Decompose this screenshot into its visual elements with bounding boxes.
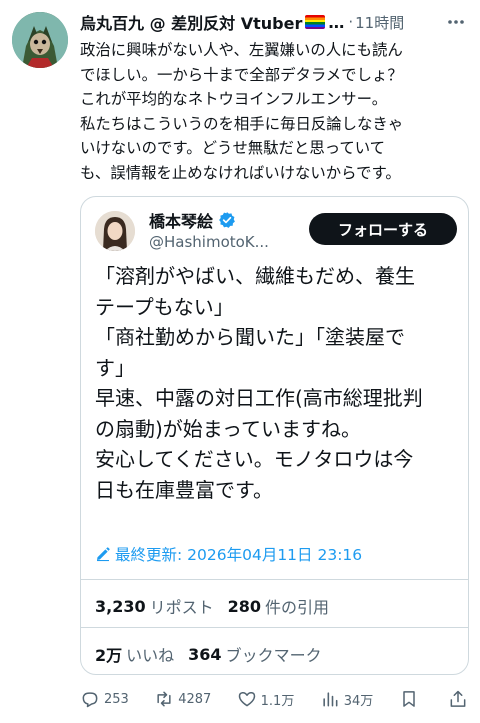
- author-avatar[interactable]: [12, 12, 68, 68]
- divider: [81, 627, 468, 628]
- quoted-body-line: 安心してください。モノタロウは今: [95, 447, 414, 471]
- reply-icon: [82, 692, 98, 708]
- quoted-author-avatar[interactable]: [95, 211, 135, 251]
- quoted-body-line: の扇動)が始まっていますね。: [95, 416, 362, 441]
- quoted-post-body: 「溶剤がやばい、繊維もだめ、養生 テープもない」 「商社勤めから聞いた」「塗装屋…: [95, 261, 461, 505]
- divider: [81, 579, 468, 580]
- views-icon: [323, 692, 338, 707]
- quoted-body-line: 日も在庫豊富です。: [95, 477, 273, 502]
- views-count: 34万: [343, 693, 374, 709]
- repost-count[interactable]: 3,230: [95, 597, 146, 616]
- stats-row-reposts: 3,230 リポスト 280 件の引用: [95, 594, 343, 618]
- share-icon: [450, 690, 466, 707]
- post-body-line: いけないのです。どうせ無駄だと思っていて: [80, 139, 386, 158]
- like-label[interactable]: いいね: [126, 642, 174, 666]
- post-body-line: 私たちはこういうのを相手に毎日反論しなきゃ: [80, 114, 404, 133]
- post-body-line: これが平均的なネトウヨインフルエンサー。: [80, 90, 388, 109]
- follow-button[interactable]: フォローする: [309, 213, 457, 245]
- repost-action-count: 4287: [178, 691, 212, 707]
- like-button[interactable]: 1.1万: [237, 689, 295, 709]
- like-count[interactable]: 2万: [95, 642, 122, 666]
- last-edited-text: 最終更新: 2026年04月11日 23:16: [115, 546, 363, 564]
- bookmark-label[interactable]: ブックマーク: [226, 642, 322, 666]
- quoted-body-line: 「溶剤がやばい、繊維もだめ、養生: [95, 264, 415, 288]
- post-action-bar: 253 4287 1.1万 34万: [80, 686, 472, 712]
- quote-label[interactable]: 件の引用: [265, 594, 329, 618]
- quoted-body-line: す」: [95, 355, 135, 380]
- more-options-icon[interactable]: [444, 10, 468, 34]
- name-ellipsis: …: [328, 12, 345, 32]
- quoted-author-name-row: 橋本琴絵: [149, 208, 236, 232]
- last-edited-link[interactable]: 最終更新: 2026年04月11日 23:16: [95, 543, 362, 565]
- quoted-body-line: 早速、中露の対日工作(高市総理批判: [95, 386, 423, 410]
- repost-icon: [157, 691, 171, 707]
- post-body-line: も、誤情報を止めなければいけないからです。: [80, 163, 401, 182]
- author-name[interactable]: 烏丸百九 @ 差別反対 Vtuber: [80, 10, 302, 34]
- post-time[interactable]: 11時間: [355, 12, 404, 33]
- post-body-line: でほしい。一から十まで全部デタラメでしょ？: [80, 65, 403, 84]
- quoted-post-card[interactable]: 橋本琴絵 @HashimotoK... フォローする 「溶剤がやばい、繊維もだめ…: [80, 196, 469, 675]
- heart-icon: [238, 691, 255, 707]
- repost-label[interactable]: リポスト: [150, 594, 214, 618]
- dot-separator: ·: [348, 13, 354, 31]
- rainbow-flag-icon: [305, 15, 326, 29]
- bookmark-icon: [402, 691, 415, 707]
- post-body-line: 政治に興味がない人や、左翼嫌いの人にも読ん: [80, 41, 403, 59]
- views-button[interactable]: 34万: [320, 689, 374, 709]
- quote-count[interactable]: 280: [228, 597, 261, 616]
- repost-button[interactable]: 4287: [154, 689, 211, 709]
- verified-badge-icon: [219, 212, 235, 228]
- bookmark-count[interactable]: 364: [188, 645, 221, 664]
- quoted-body-line: テープもない」: [95, 294, 234, 319]
- like-action-count: 1.1万: [260, 693, 295, 709]
- quoted-author-name[interactable]: 橋本琴絵: [149, 208, 213, 232]
- quoted-body-line: 「商社勤めから聞いた」「塗装屋で: [95, 325, 405, 349]
- reply-count: 253: [104, 691, 129, 707]
- pencil-icon: [97, 547, 110, 562]
- post-body: 政治に興味がない人や、左翼嫌いの人にも読ん でほしい。一から十まで全部デタラメで…: [80, 38, 470, 186]
- stats-row-likes: 2万 いいね 364 ブックマーク: [95, 642, 336, 666]
- bookmark-button[interactable]: [399, 689, 423, 709]
- share-button[interactable]: [448, 689, 472, 709]
- post-header: 烏丸百九 @ 差別反対 Vtuber … · 11時間: [80, 10, 468, 34]
- quoted-author-handle[interactable]: @HashimotoK...: [149, 233, 269, 251]
- reply-button[interactable]: 253: [80, 689, 129, 709]
